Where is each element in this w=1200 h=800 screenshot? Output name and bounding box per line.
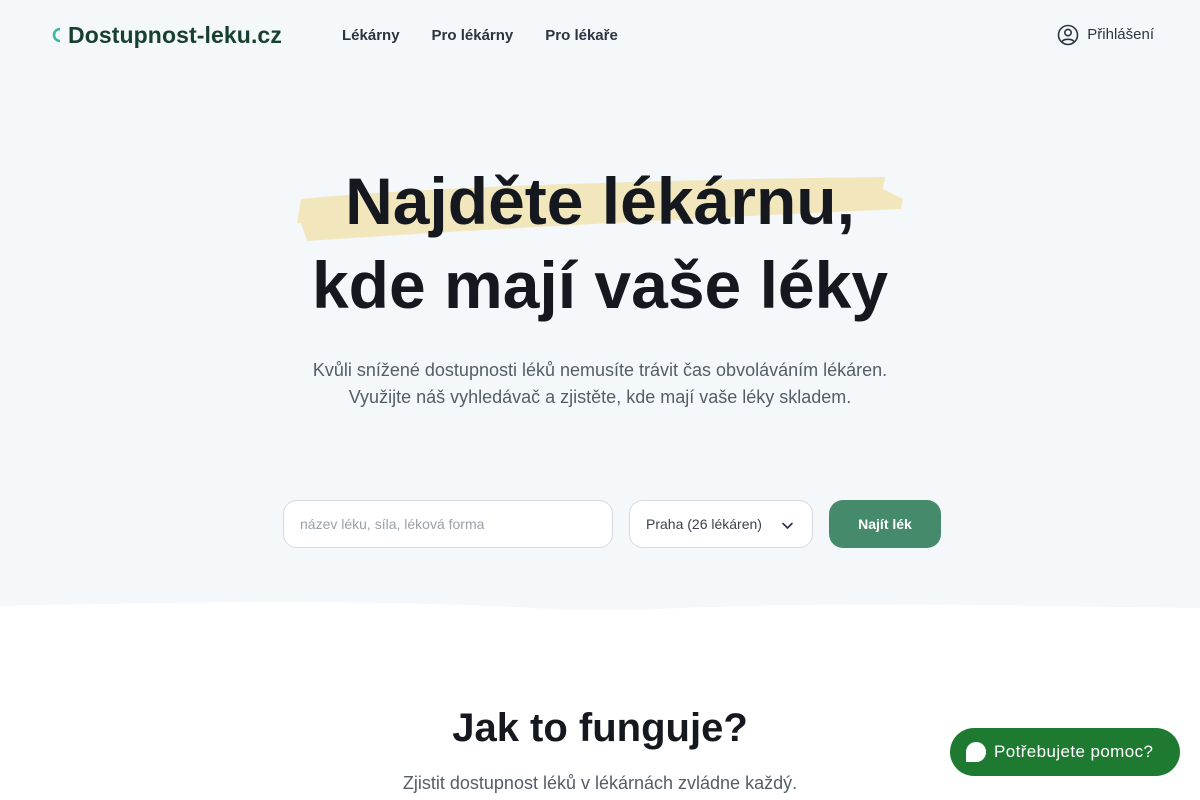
hero-title-line1: Najděte lékárnu, xyxy=(345,164,855,238)
help-chat-label: Potřebujete pomoc? xyxy=(994,742,1154,761)
nav-item-pro-lekarny[interactable]: Pro lékárny xyxy=(432,26,514,46)
nav-item-pro-lekare[interactable]: Pro lékaře xyxy=(545,26,618,46)
help-chat-button[interactable]: Potřebujete pomoc? xyxy=(950,728,1180,776)
login-button[interactable]: Přihlášení xyxy=(1057,24,1154,46)
logo-text: Dostupnost-leku.cz xyxy=(68,22,282,48)
hero-subtitle-line2: Využijte náš vyhledávač a zjistěte, kde … xyxy=(348,387,852,407)
site-logo[interactable]: Dostupnost-leku.cz xyxy=(52,20,282,50)
user-circle-icon xyxy=(1057,24,1079,46)
hero-subtitle-line1: Kvůli snížené dostupnosti léků nemusíte … xyxy=(312,360,888,380)
city-select-value: Praha (26 lékáren) xyxy=(646,516,762,532)
login-label: Přihlášení xyxy=(1087,26,1154,43)
hero-title-line2: kde mají vaše léky xyxy=(311,248,889,322)
nav-item-lekarny[interactable]: Lékárny xyxy=(342,26,400,46)
find-medicine-button[interactable]: Najít lék xyxy=(829,500,941,548)
pill-icon xyxy=(52,27,61,43)
chat-bubble-icon xyxy=(966,742,986,762)
city-select[interactable]: Praha (26 lékáren) xyxy=(629,500,813,548)
main-nav: Lékárny Pro lékárny Pro lékaře xyxy=(342,26,618,46)
medicine-search-input[interactable] xyxy=(283,500,613,548)
chevron-down-icon xyxy=(782,522,793,529)
hero-wave-divider xyxy=(0,602,1200,620)
